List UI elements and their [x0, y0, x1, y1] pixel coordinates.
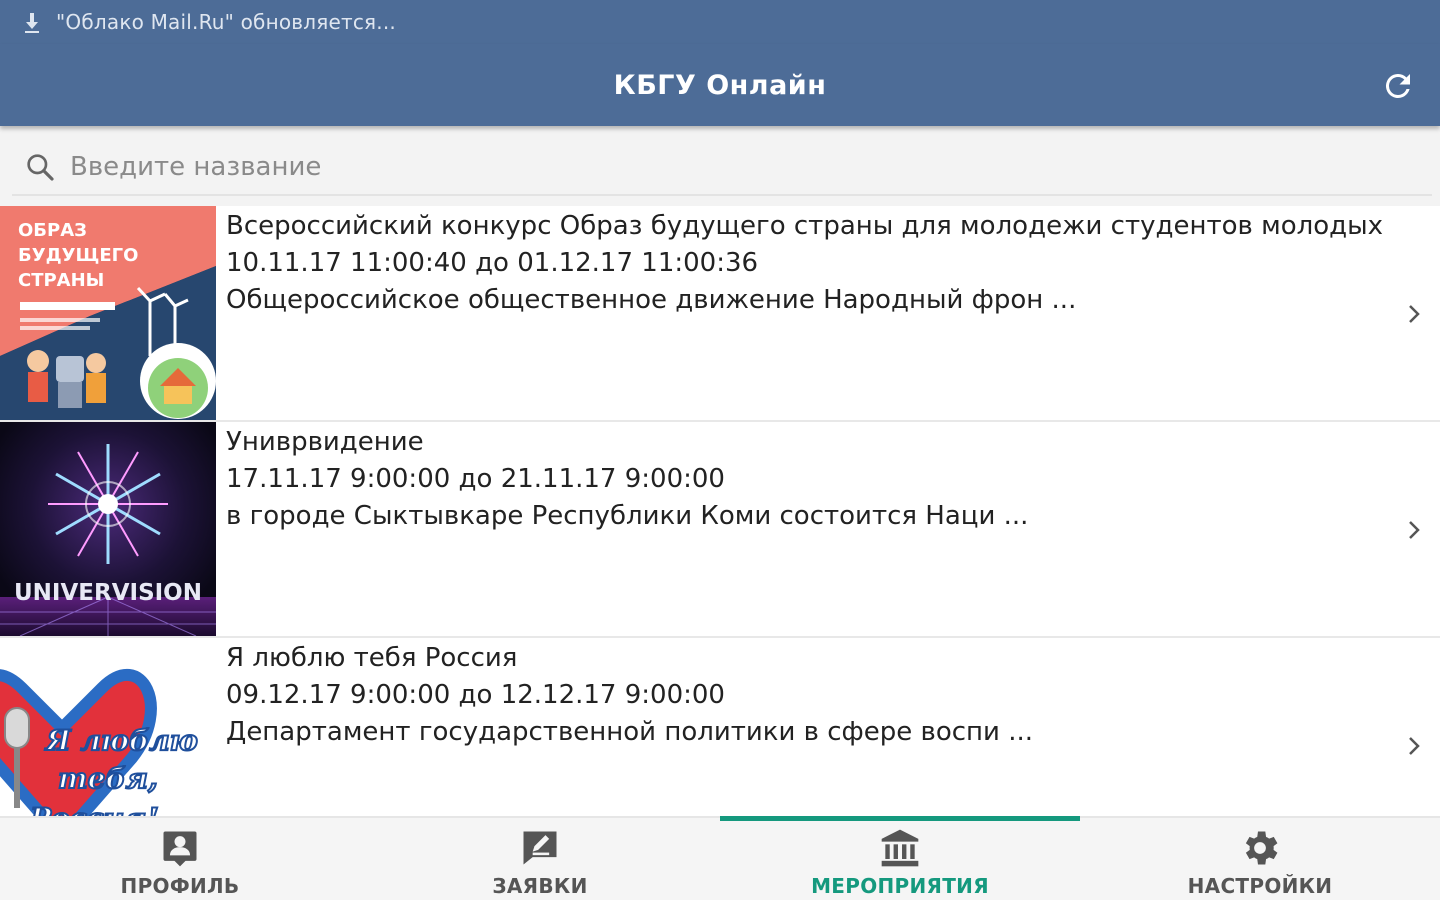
chevron-right-icon: [1409, 521, 1420, 539]
profile-icon: [163, 831, 197, 867]
thumb-text-line: UNIVERVISION: [14, 580, 202, 606]
chevron-right-icon: [1409, 737, 1420, 755]
event-dates: 09.12.17 9:00:00 до 12.12.17 9:00:00: [226, 680, 725, 710]
nav-tab-applications[interactable]: ЗАЯВКИ: [360, 818, 720, 900]
status-bar: "Облако Mail.Ru" обновляется...: [0, 0, 1440, 44]
event-info: Униврвидение 17.11.17 9:00:00 до 21.11.1…: [226, 424, 1440, 535]
thumb-text-line: ОБРАЗ: [18, 220, 87, 241]
thumb-text-line: тебя,: [58, 762, 158, 795]
refresh-icon[interactable]: [1380, 68, 1416, 104]
download-icon: [22, 10, 42, 34]
thumb-text-line: СТРАНЫ: [18, 270, 104, 291]
event-dates: 10.11.17 11:00:40 до 01.12.17 11:00:36: [226, 248, 759, 278]
edit-icon: [523, 831, 557, 865]
search-bar: [0, 126, 1440, 206]
event-list: ОБРАЗ БУДУЩЕГО СТРАНЫ Всероссийский конк…: [0, 206, 1440, 816]
chevron-right-icon: [1409, 305, 1420, 323]
event-description: в городе Сыктывкаре Республики Коми сост…: [226, 501, 1029, 531]
search-field: [12, 140, 1432, 196]
nav-tab-settings[interactable]: НАСТРОЙКИ: [1080, 818, 1440, 900]
event-description: Общероссийское общественное движение Нар…: [226, 285, 1077, 315]
status-notification: "Облако Mail.Ru" обновляется...: [56, 10, 396, 34]
event-thumbnail-future-country: ОБРАЗ БУДУЩЕГО СТРАНЫ: [0, 206, 216, 420]
nav-label: ПРОФИЛЬ: [120, 874, 240, 898]
thumb-text-line: БУДУЩЕГО: [18, 245, 138, 266]
page-title: КБГУ Онлайн: [613, 69, 827, 101]
event-thumbnail-univervision: UNIVERVISION: [0, 422, 216, 636]
nav-tab-events[interactable]: МЕРОПРИЯТИЯ: [720, 816, 1080, 900]
search-input[interactable]: [70, 152, 1370, 182]
event-info: Всероссийский конкурс Образ будущего стр…: [226, 208, 1440, 319]
event-list-item[interactable]: UNIVERVISION Униврвидение 17.11.17 9:00:…: [0, 422, 1440, 638]
institution-icon: [881, 829, 919, 867]
event-list-item[interactable]: ОБРАЗ БУДУЩЕГО СТРАНЫ Всероссийский конк…: [0, 206, 1440, 422]
event-description: Департамент государственной политики в с…: [226, 717, 1034, 747]
thumb-text-line: Россия!: [29, 802, 159, 816]
event-title: Я люблю тебя Россия: [226, 643, 518, 673]
event-list-item[interactable]: Я люблю тебя, Россия! Я люблю тебя Росси…: [0, 638, 1440, 816]
search-icon: [27, 154, 54, 181]
event-title: Униврвидение: [226, 427, 424, 457]
app-bar: КБГУ Онлайн: [0, 44, 1440, 126]
thumb-text-line: Я люблю: [44, 724, 198, 757]
bottom-navigation: ПРОФИЛЬ ЗАЯВКИ МЕРОПРИЯТИЯ НАСТРОЙКИ: [0, 816, 1440, 900]
nav-label: НАСТРОЙКИ: [1187, 874, 1333, 898]
nav-label: МЕРОПРИЯТИЯ: [811, 874, 989, 898]
event-info: Я люблю тебя Россия 09.12.17 9:00:00 до …: [226, 640, 1440, 751]
gear-icon: [1245, 831, 1278, 865]
event-thumbnail-i-love-russia: Я люблю тебя, Россия!: [0, 638, 216, 816]
nav-label: ЗАЯВКИ: [492, 874, 588, 898]
event-dates: 17.11.17 9:00:00 до 21.11.17 9:00:00: [226, 464, 725, 494]
nav-tab-profile[interactable]: ПРОФИЛЬ: [0, 818, 360, 900]
event-title: Всероссийский конкурс Образ будущего стр…: [226, 211, 1384, 241]
